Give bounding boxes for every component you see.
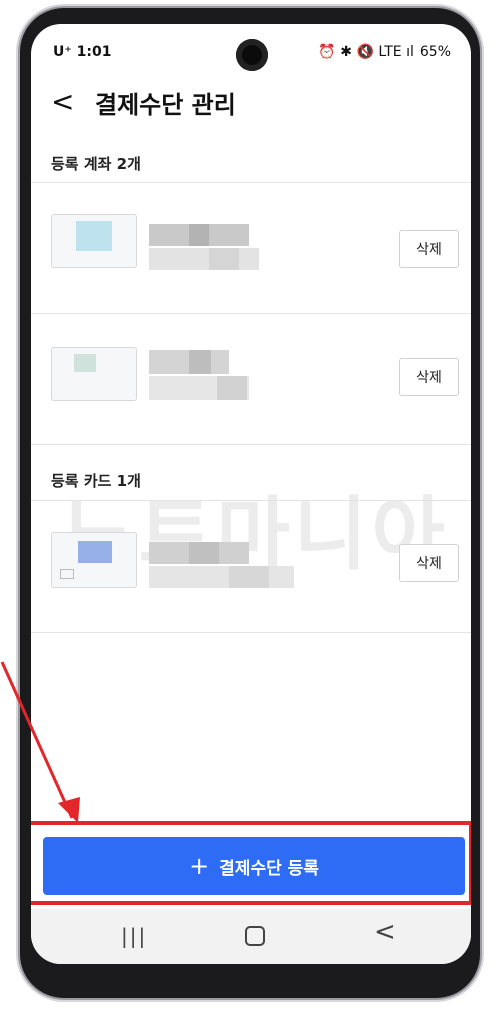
divider xyxy=(31,500,471,501)
bank-thumbnail xyxy=(51,347,137,401)
navigation-bar: ||| < xyxy=(31,909,471,964)
delete-button[interactable]: 삭제 xyxy=(399,230,459,268)
blurred-account-info xyxy=(149,350,269,400)
list-item: 삭제 xyxy=(31,314,471,444)
camera-cutout xyxy=(236,39,268,71)
card-image xyxy=(78,541,112,563)
status-icons: ⏰ ✱ 🔇 LTE ıl xyxy=(318,44,414,60)
plus-icon: + xyxy=(189,852,210,880)
delete-button[interactable]: 삭제 xyxy=(399,544,459,582)
accounts-section-title: 등록 계좌 2개 xyxy=(51,155,141,173)
card-chip-icon xyxy=(60,569,74,579)
app-bar: < 결제수단 관리 xyxy=(31,79,471,129)
delete-button[interactable]: 삭제 xyxy=(399,358,459,396)
list-item: 삭제 xyxy=(31,502,471,632)
card-thumbnail xyxy=(51,532,137,588)
bank-logo xyxy=(76,221,112,251)
home-icon[interactable] xyxy=(245,926,265,946)
divider xyxy=(31,444,471,445)
page-title: 결제수단 관리 xyxy=(95,91,236,119)
list-item: 삭제 xyxy=(31,184,471,314)
bank-logo xyxy=(74,354,96,372)
divider xyxy=(31,632,471,633)
divider xyxy=(31,182,471,183)
recent-apps-icon[interactable]: ||| xyxy=(121,924,147,948)
blurred-account-info xyxy=(149,224,269,272)
bank-thumbnail xyxy=(51,214,137,268)
back-arrow-icon[interactable]: < xyxy=(51,85,74,118)
status-carrier-time: U⁺ 1:01 xyxy=(53,44,112,60)
add-payment-method-label: 결제수단 등록 xyxy=(219,858,319,879)
blurred-card-info xyxy=(149,542,299,590)
add-payment-method-button[interactable]: + 결제수단 등록 xyxy=(43,837,465,895)
nav-back-icon[interactable]: < xyxy=(374,917,396,947)
battery-percent: 65% xyxy=(419,44,451,60)
phone-screen: U⁺ 1:01 ⏰ ✱ 🔇 LTE ıl 65% < 결제수단 관리 등록 계좌… xyxy=(31,24,471,964)
